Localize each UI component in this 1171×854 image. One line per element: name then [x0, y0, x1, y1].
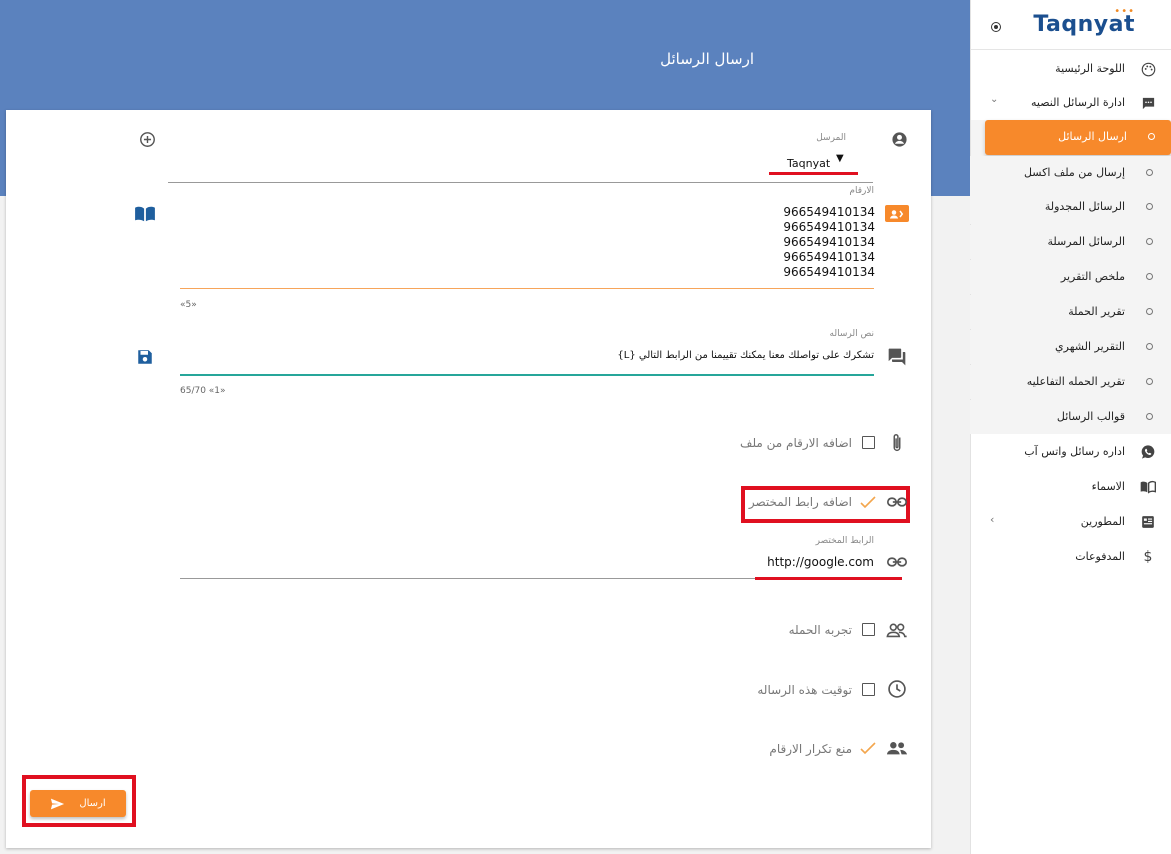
from-file-checkbox[interactable]	[862, 436, 875, 449]
sidebar-item-label: اللوحة الرئيسية	[1055, 62, 1125, 75]
sidebar-item-templates[interactable]: قوالب الرسائل	[970, 400, 1171, 434]
palette-icon	[1139, 60, 1157, 78]
number-line: 966549410134	[783, 265, 875, 279]
people-outline-icon	[885, 619, 909, 641]
chevron-left-icon: ›	[990, 513, 995, 526]
dollar-icon: $	[1143, 549, 1153, 565]
sidebar-item-label: تقرير الحمله التفاعليه	[1026, 375, 1125, 388]
sidebar: ••• Taqnyat اللوحة الرئيسية ادارة الرسائ…	[970, 0, 1171, 854]
sidebar-item-send-excel[interactable]: إرسال من ملف اكسل	[970, 156, 1171, 190]
sidebar-item-whatsapp[interactable]: اداره رسائل واتس آب	[970, 435, 1171, 469]
sidebar-item-label: ارسال الرسائل	[1058, 130, 1127, 143]
sidebar-item-label: قوالب الرسائل	[1056, 410, 1125, 423]
sidebar-item-campaign-report[interactable]: تقرير الحملة	[970, 295, 1171, 329]
message-counter: 65/70 «1»	[180, 386, 226, 396]
sidebar-item-label: التقرير الشهري	[1055, 340, 1125, 353]
numbers-underline	[180, 288, 874, 289]
circle-icon	[1146, 238, 1153, 245]
attachment-icon	[886, 431, 908, 455]
circle-icon	[1146, 413, 1153, 420]
dropdown-arrow-icon[interactable]: ▼	[836, 153, 844, 164]
sender-select[interactable]: Taqnyat	[787, 157, 830, 170]
sms-icon	[1139, 94, 1157, 112]
link-icon	[886, 552, 908, 572]
sidebar-item-label: إرسال من ملف اكسل	[1023, 166, 1125, 179]
sidebar-item-label: ملخص التقرير	[1060, 270, 1125, 283]
sidebar-item-label: اداره رسائل واتس آب	[1024, 445, 1125, 458]
sidebar-item-developers[interactable]: المطورين ›	[970, 505, 1171, 539]
send-icon	[51, 798, 65, 809]
message-label: نص الرساله	[829, 329, 874, 339]
link-icon	[886, 492, 908, 512]
clock-icon	[886, 678, 908, 700]
shortlink-input[interactable]: http://google.com	[740, 555, 874, 569]
send-button[interactable]: ارسال	[30, 790, 126, 817]
number-line: 966549410134	[783, 250, 875, 264]
people-icon	[885, 738, 909, 758]
number-line: 966549410134	[783, 220, 875, 234]
sidebar-item-label: الرسائل المرسلة	[1047, 235, 1125, 248]
dev-icon	[1139, 513, 1157, 531]
numbers-count: «5»	[180, 300, 197, 310]
sidebar-item-label: المطورين	[1080, 515, 1125, 528]
circle-icon	[1146, 308, 1153, 315]
message-textarea[interactable]: تشكرك على تواصلك معنا يمكنك تقييمنا من ا…	[400, 350, 874, 361]
schedule-label: توقيت هذه الرساله	[757, 683, 852, 697]
book-icon	[1139, 478, 1157, 496]
sidebar-item-payments[interactable]: $ المدفوعات	[970, 540, 1171, 574]
number-line: 966549410134	[783, 205, 875, 219]
chevron-down-icon: ⌄	[990, 94, 999, 105]
message-underline	[180, 374, 874, 376]
trial-checkbox[interactable]	[862, 623, 875, 636]
logo-divider	[971, 49, 1171, 50]
logo: Taqnyat	[1033, 12, 1135, 37]
sidebar-item-send-messages[interactable]: ارسال الرسائل	[985, 120, 1171, 155]
radio-toggle-icon[interactable]	[991, 22, 1001, 32]
account-circle-icon	[889, 130, 909, 148]
add-circle-icon[interactable]	[137, 129, 157, 149]
schedule-checkbox[interactable]	[862, 683, 875, 696]
shortlink-value-highlight	[755, 577, 902, 580]
shortlink-checkmark-icon[interactable]	[858, 494, 878, 510]
sidebar-item-label: تقرير الحملة	[1068, 305, 1125, 318]
numbers-textarea[interactable]: 966549410134 966549410134 966549410134 9…	[780, 205, 875, 280]
number-line: 966549410134	[783, 235, 875, 249]
contacts-icon	[885, 205, 909, 222]
sidebar-item-report-summary[interactable]: ملخص التقرير	[970, 260, 1171, 294]
sidebar-item-label: ادارة الرسائل النصيه	[1031, 96, 1125, 109]
sidebar-item-dashboard[interactable]: اللوحة الرئيسية	[970, 52, 1171, 86]
circle-icon	[1146, 203, 1153, 210]
page-title: ارسال الرسائل	[660, 50, 754, 68]
trial-label: تجربه الحمله	[788, 623, 852, 637]
book-open-icon[interactable]	[133, 204, 157, 224]
send-button-label: ارسال	[79, 798, 106, 809]
sender-highlight	[769, 172, 858, 175]
circle-icon	[1148, 133, 1155, 140]
dedupe-checkmark-icon[interactable]	[858, 740, 878, 756]
from-file-label: اضافه الارقام من ملف	[740, 436, 852, 450]
circle-icon	[1146, 343, 1153, 350]
dedupe-label: منع تكرار الارقام	[769, 742, 852, 756]
shortlink-field-label: الرابط المختصر	[815, 536, 874, 546]
sidebar-item-label: الاسماء	[1091, 480, 1125, 493]
circle-icon	[1146, 378, 1153, 385]
sidebar-item-sms-management[interactable]: ادارة الرسائل النصيه ⌄	[970, 86, 1171, 120]
sidebar-item-scheduled[interactable]: الرسائل المجدولة	[970, 190, 1171, 224]
sidebar-item-sent[interactable]: الرسائل المرسلة	[970, 225, 1171, 259]
sender-label: المرسل	[816, 133, 846, 143]
sidebar-item-interactive-report[interactable]: تقرير الحمله التفاعليه	[970, 365, 1171, 399]
shortlink-option-label: اضافه رابط المختصر	[748, 495, 852, 509]
sidebar-item-names[interactable]: الاسماء	[970, 470, 1171, 504]
numbers-label: الارقام	[849, 186, 874, 196]
circle-icon	[1146, 273, 1153, 280]
sidebar-item-monthly-report[interactable]: التقرير الشهري	[970, 330, 1171, 364]
chat-icon	[885, 346, 909, 368]
whatsapp-icon	[1139, 443, 1157, 461]
sidebar-item-label: المدفوعات	[1075, 550, 1125, 563]
save-icon[interactable]	[134, 347, 156, 367]
sidebar-item-label: الرسائل المجدولة	[1044, 200, 1125, 213]
circle-icon	[1146, 169, 1153, 176]
sender-underline	[168, 182, 873, 183]
